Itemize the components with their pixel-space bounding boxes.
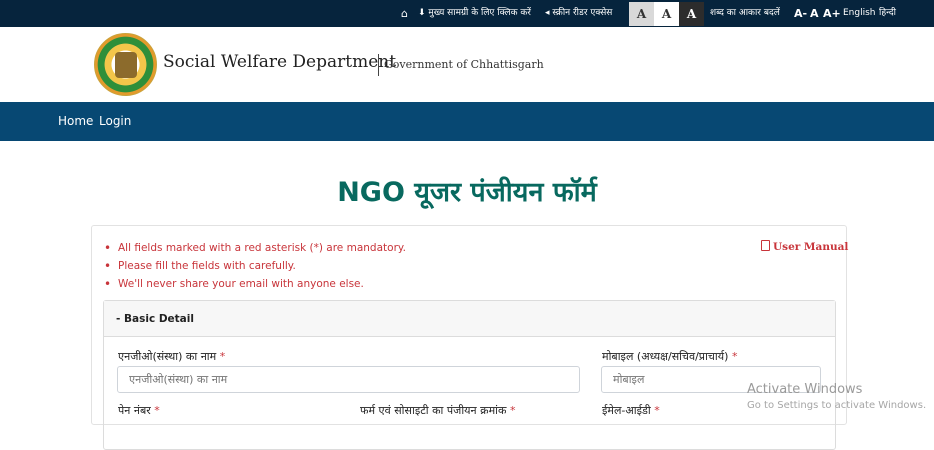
mobile-label: मोबाइल (अध्यक्ष/सचिव/प्राचार्य) * <box>602 349 737 364</box>
text-size-small-button[interactable]: A- <box>794 0 807 27</box>
instruction-item: We'll never share your email with anyone… <box>104 275 406 293</box>
department-name: Social Welfare Department <box>163 52 397 72</box>
contrast-light-button[interactable]: A <box>629 2 654 26</box>
basic-detail-section: - Basic Detail एनजीओ(संस्था) का नाम * मो… <box>103 300 836 450</box>
page-title: NGO यूजर पंजीयन फॉर्म <box>337 177 597 208</box>
required-asterisk: * <box>731 350 738 363</box>
text-size-label: शब्द का आकार बदलें <box>710 8 780 18</box>
email-label-text: ईमेल-आईडी <box>602 404 651 417</box>
instruction-list: All fields marked with a red asterisk (*… <box>104 239 406 293</box>
download-arrow-icon: ⬇ <box>418 8 426 18</box>
required-asterisk: * <box>154 404 160 417</box>
user-manual-link[interactable]: User Manual <box>761 240 848 253</box>
required-asterisk: * <box>219 350 226 363</box>
activate-windows-subtitle: Go to Settings to activate Windows. <box>747 400 927 411</box>
instruction-item: Please fill the fields with carefully. <box>104 257 406 275</box>
contrast-dark-button[interactable]: A <box>679 2 704 26</box>
activate-windows-title: Activate Windows <box>747 382 863 397</box>
lang-hindi-link[interactable]: हिन्दी <box>879 0 896 27</box>
main-nav: Home Login <box>0 102 934 141</box>
emblem-icon <box>115 52 137 78</box>
site-header: Social Welfare Department Government of … <box>0 27 934 102</box>
chhattisgarh-emblem-logo <box>94 33 157 96</box>
instruction-item: All fields marked with a red asterisk (*… <box>104 239 406 257</box>
section-title: - Basic Detail <box>104 301 835 337</box>
home-icon[interactable]: ⌂ <box>401 0 408 27</box>
screen-reader-label: स्क्रीन रीडर एक्सेस <box>552 8 613 18</box>
pan-label-text: पेन नंबर <box>118 404 151 417</box>
header-divider <box>378 54 379 76</box>
ngo-name-label: एनजीओ(संस्था) का नाम * <box>118 349 225 364</box>
skip-main-label: मुख्य सामग्री के लिए क्लिक करें <box>428 8 531 18</box>
ngo-name-input[interactable] <box>117 366 580 393</box>
skip-main-link[interactable]: ⬇ मुख्य सामग्री के लिए क्लिक करें <box>418 0 531 27</box>
contrast-white-button[interactable]: A <box>654 2 679 26</box>
text-size-large-button[interactable]: A+ <box>823 0 841 27</box>
screen-reader-link[interactable]: ◂ स्क्रीन रीडर एक्सेस <box>545 0 612 27</box>
registration-form-card: All fields marked with a red asterisk (*… <box>91 225 848 450</box>
text-size-normal-button[interactable]: A <box>810 0 819 27</box>
ngo-name-label-text: एनजीओ(संस्था) का नाम <box>118 350 217 363</box>
mobile-label-text: मोबाइल (अध्यक्ष/सचिव/प्राचार्य) <box>602 350 729 363</box>
required-asterisk: * <box>654 404 660 417</box>
firm-registration-label-text: फर्म एवं सोसाइटी का पंजीयन क्रमांक <box>360 404 507 417</box>
user-manual-label: User Manual <box>773 241 849 253</box>
lang-english-link[interactable]: English <box>843 0 876 27</box>
nav-home-link[interactable]: Home <box>58 102 93 141</box>
nav-login-link[interactable]: Login <box>99 102 131 141</box>
required-asterisk: * <box>509 404 516 417</box>
accessibility-bar: ⌂ ⬇ मुख्य सामग्री के लिए क्लिक करें ◂ स्… <box>0 0 934 27</box>
speaker-icon: ◂ <box>545 8 550 18</box>
government-name: Government of Chhattisgarh <box>384 58 544 71</box>
pdf-icon <box>761 240 770 251</box>
